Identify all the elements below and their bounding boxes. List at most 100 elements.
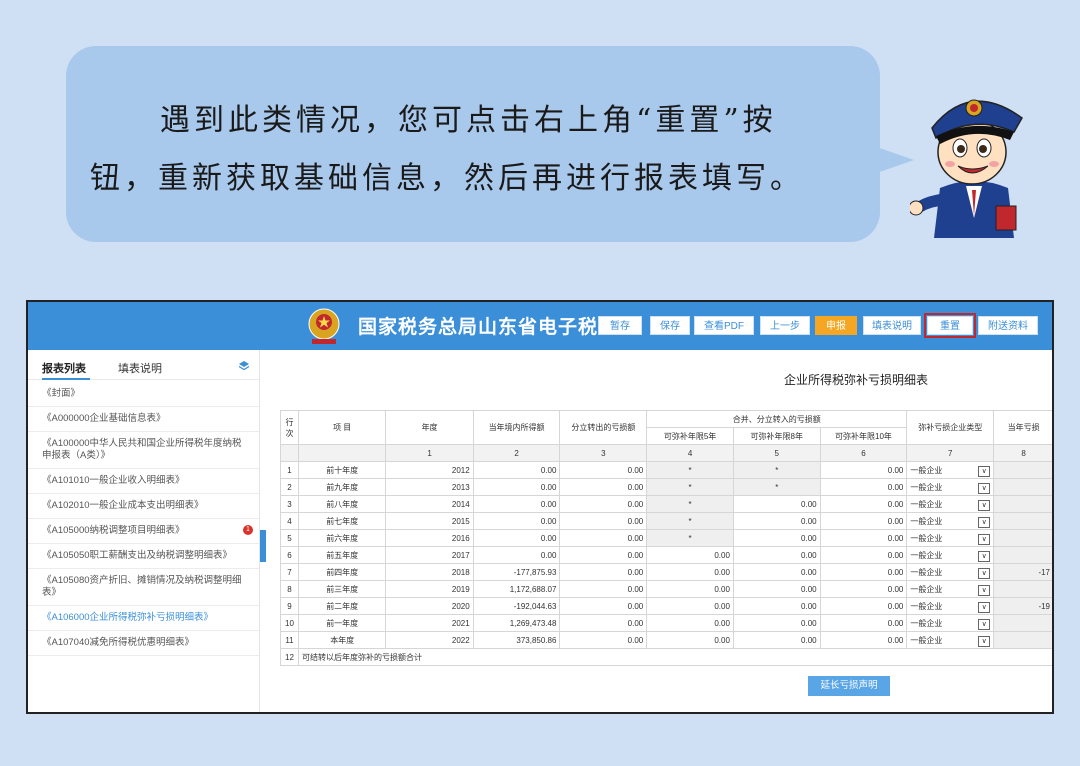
income-cell[interactable]: 0.00	[472, 495, 561, 513]
carry-8-year-cell[interactable]: 0.00	[732, 546, 821, 564]
income-cell[interactable]: 1,269,473.48	[472, 614, 561, 632]
sidebar-item-a102010[interactable]: 《A102010一般企业成本支出明细表》	[28, 494, 259, 519]
chevron-down-icon[interactable]: ∨	[978, 601, 991, 613]
split-out-cell[interactable]: 0.00	[559, 461, 648, 479]
carry-8-year-cell[interactable]: 0.00	[732, 597, 821, 615]
carry-5-year-cell[interactable]: 0.00	[646, 614, 734, 632]
declare-button[interactable]: 申报	[815, 316, 857, 335]
split-out-cell[interactable]: 0.00	[559, 563, 648, 581]
instructions-button[interactable]: 填表说明	[863, 316, 921, 335]
split-out-cell[interactable]: 0.00	[559, 478, 648, 496]
carry-8-year-cell[interactable]: *	[732, 461, 821, 479]
carry-5-year-cell[interactable]: *	[646, 512, 734, 530]
chevron-down-icon[interactable]: ∨	[978, 584, 991, 596]
enterprise-type-select[interactable]: 一般企业 ∨	[906, 495, 995, 513]
carry-5-year-cell[interactable]: 0.00	[646, 546, 734, 564]
carry-10-year-cell[interactable]: 0.00	[819, 495, 908, 513]
enterprise-type-select[interactable]: 一般企业 ∨	[906, 563, 995, 581]
extend-loss-declaration-button[interactable]: 延长亏损声明	[808, 676, 890, 696]
carry-5-year-cell[interactable]: 0.00	[646, 563, 734, 581]
sidebar-item-a101010[interactable]: 《A101010一般企业收入明细表》	[28, 469, 259, 494]
income-cell[interactable]: 1,172,688.07	[472, 580, 561, 598]
split-out-cell[interactable]: 0.00	[559, 580, 648, 598]
split-out-cell[interactable]: 0.00	[559, 495, 648, 513]
layers-icon[interactable]	[238, 360, 250, 372]
income-cell[interactable]: 373,850.86	[472, 631, 561, 649]
split-out-cell[interactable]: 0.00	[559, 631, 648, 649]
carry-8-year-cell[interactable]: 0.00	[732, 512, 821, 530]
chevron-down-icon[interactable]: ∨	[978, 499, 991, 511]
carry-8-year-cell[interactable]: 0.00	[732, 495, 821, 513]
carry-10-year-cell[interactable]: 0.00	[819, 461, 908, 479]
chevron-down-icon[interactable]: ∨	[978, 465, 991, 477]
sidebar-item-a105050[interactable]: 《A105050职工薪酬支出及纳税调整明细表》	[28, 544, 259, 569]
carry-5-year-cell[interactable]: 0.00	[646, 597, 734, 615]
carry-5-year-cell[interactable]: *	[646, 529, 734, 547]
carry-8-year-cell[interactable]: 0.00	[732, 614, 821, 632]
sidebar-item-a105000[interactable]: 《A105000纳税调整项目明细表》 1	[28, 519, 259, 544]
income-cell[interactable]: 0.00	[472, 546, 561, 564]
carry-8-year-cell[interactable]: *	[732, 478, 821, 496]
tab-fill-instructions[interactable]: 填表说明	[118, 360, 162, 376]
enterprise-type-select[interactable]: 一般企业 ∨	[906, 512, 995, 530]
carry-10-year-cell[interactable]: 0.00	[819, 478, 908, 496]
attach-materials-button[interactable]: 附送资料	[978, 316, 1038, 335]
chevron-down-icon[interactable]: ∨	[978, 516, 991, 528]
prev-step-button[interactable]: 上一步	[760, 316, 810, 335]
sidebar-item-cover[interactable]: 《封面》	[28, 382, 259, 407]
sidebar-item-a106000[interactable]: 《A106000企业所得税弥补亏损明细表》	[28, 606, 259, 631]
enterprise-type-select[interactable]: 一般企业 ∨	[906, 478, 995, 496]
carry-8-year-cell[interactable]: 0.00	[732, 529, 821, 547]
carry-10-year-cell[interactable]: 0.00	[819, 546, 908, 564]
income-cell[interactable]: -192,044.63	[472, 597, 561, 615]
carry-10-year-cell[interactable]: 0.00	[819, 529, 908, 547]
enterprise-type-select[interactable]: 一般企业 ∨	[906, 461, 995, 479]
split-out-cell[interactable]: 0.00	[559, 546, 648, 564]
income-cell[interactable]: 0.00	[472, 512, 561, 530]
sidebar-item-a105080[interactable]: 《A105080资产折旧、摊销情况及纳税调整明细表》	[28, 569, 259, 606]
sidebar-item-a100000[interactable]: 《A100000中华人民共和国企业所得税年度纳税申报表（A类）》	[28, 432, 259, 469]
sidebar-collapse-handle[interactable]	[260, 530, 266, 562]
carry-10-year-cell[interactable]: 0.00	[819, 580, 908, 598]
chevron-down-icon[interactable]: ∨	[978, 550, 991, 562]
carry-5-year-cell[interactable]: *	[646, 478, 734, 496]
sidebar-item-a107040[interactable]: 《A107040减免所得税优惠明细表》	[28, 631, 259, 656]
carry-8-year-cell[interactable]: 0.00	[732, 631, 821, 649]
carry-10-year-cell[interactable]: 0.00	[819, 597, 908, 615]
carry-8-year-cell[interactable]: 0.00	[732, 563, 821, 581]
reset-button[interactable]: 重置	[924, 313, 976, 338]
carry-10-year-cell[interactable]: 0.00	[819, 631, 908, 649]
temp-save-button[interactable]: 暂存	[598, 316, 642, 335]
carry-8-year-cell[interactable]: 0.00	[732, 580, 821, 598]
income-cell[interactable]: -177,875.93	[472, 563, 561, 581]
view-pdf-button[interactable]: 查看PDF	[694, 316, 754, 335]
enterprise-type-select[interactable]: 一般企业 ∨	[906, 580, 995, 598]
sidebar-item-a000000[interactable]: 《A000000企业基础信息表》	[28, 407, 259, 432]
carry-5-year-cell[interactable]: 0.00	[646, 580, 734, 598]
income-cell[interactable]: 0.00	[472, 461, 561, 479]
enterprise-type-select[interactable]: 一般企业 ∨	[906, 614, 995, 632]
split-out-cell[interactable]: 0.00	[559, 529, 648, 547]
enterprise-type-select[interactable]: 一般企业 ∨	[906, 529, 995, 547]
chevron-down-icon[interactable]: ∨	[978, 482, 991, 494]
split-out-cell[interactable]: 0.00	[559, 614, 648, 632]
carry-10-year-cell[interactable]: 0.00	[819, 563, 908, 581]
chevron-down-icon[interactable]: ∨	[978, 533, 991, 545]
enterprise-type-select[interactable]: 一般企业 ∨	[906, 546, 995, 564]
carry-10-year-cell[interactable]: 0.00	[819, 614, 908, 632]
save-button[interactable]: 保存	[650, 316, 690, 335]
income-cell[interactable]: 0.00	[472, 478, 561, 496]
split-out-cell[interactable]: 0.00	[559, 597, 648, 615]
chevron-down-icon[interactable]: ∨	[978, 618, 991, 630]
chevron-down-icon[interactable]: ∨	[978, 635, 991, 647]
carry-5-year-cell[interactable]: 0.00	[646, 631, 734, 649]
carry-5-year-cell[interactable]: *	[646, 461, 734, 479]
split-out-cell[interactable]: 0.00	[559, 512, 648, 530]
income-cell[interactable]: 0.00	[472, 529, 561, 547]
tab-report-list[interactable]: 报表列表	[42, 360, 86, 376]
enterprise-type-select[interactable]: 一般企业 ∨	[906, 597, 995, 615]
carry-5-year-cell[interactable]: *	[646, 495, 734, 513]
chevron-down-icon[interactable]: ∨	[978, 567, 991, 579]
enterprise-type-select[interactable]: 一般企业 ∨	[906, 631, 995, 649]
carry-10-year-cell[interactable]: 0.00	[819, 512, 908, 530]
